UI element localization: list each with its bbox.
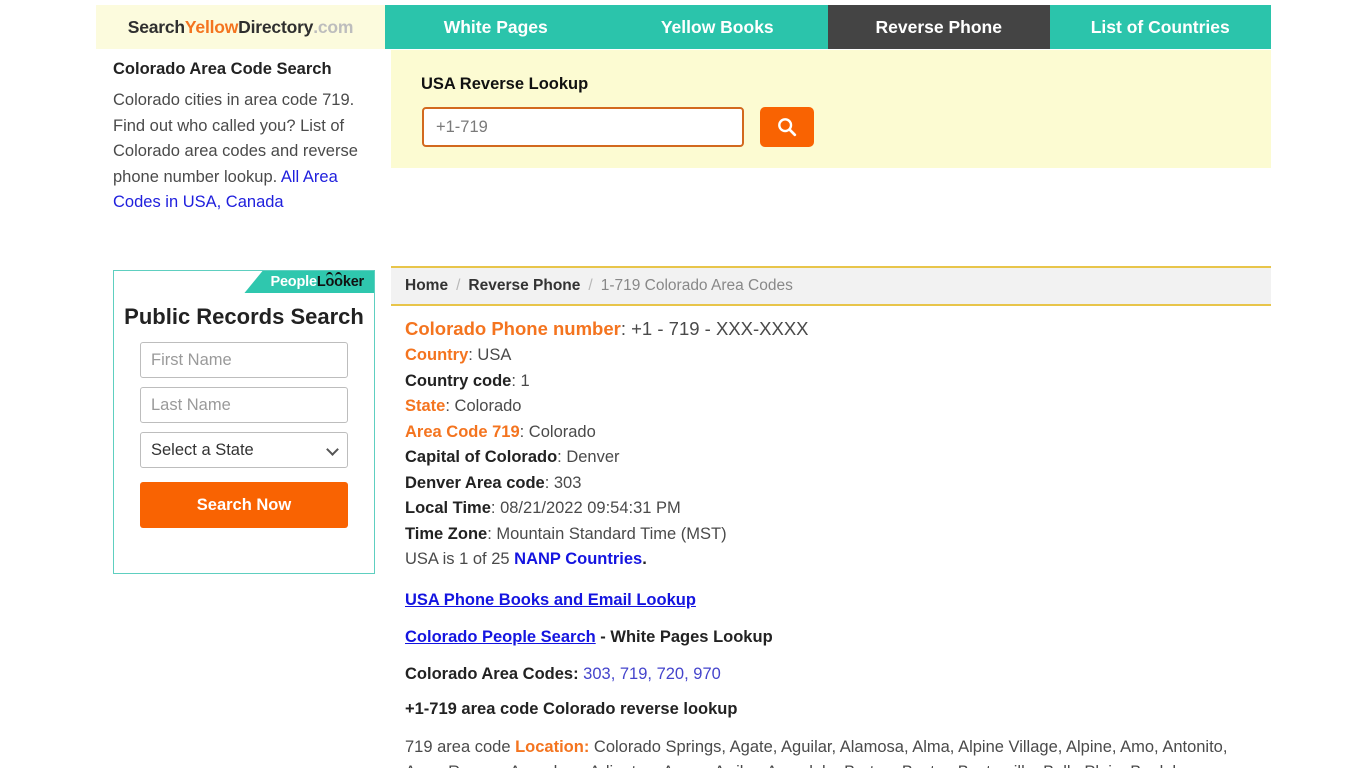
peoplelooker-logo-eye-right: o: [334, 272, 343, 290]
detail-time-zone-label: Time Zone: [405, 524, 488, 543]
detail-nanp-suffix: .: [642, 550, 647, 568]
detail-country-code-label: Country code: [405, 371, 512, 390]
search-icon: [778, 118, 797, 137]
state-select-wrapper: Select a State: [140, 432, 348, 468]
sidebar-title: Colorado Area Code Search: [113, 60, 332, 78]
detail-capital-label: Capital of Colorado: [405, 448, 558, 466]
detail-state-value: : Colorado: [445, 397, 522, 415]
detail-area-code-label: Area Code 719: [405, 422, 520, 441]
logo-part-search: Search: [127, 16, 185, 37]
colorado-people-search-row: Colorado People Search - White Pages Loo…: [405, 628, 1265, 647]
colorado-area-codes-list[interactable]: 303, 719, 720, 970: [583, 665, 721, 683]
breadcrumb-home[interactable]: Home: [405, 277, 448, 295]
sidebar: Colorado Area Code Search Colorado citie…: [113, 58, 381, 216]
detail-country: Country: USA: [405, 343, 1265, 369]
detail-capital-value: : Denver: [557, 448, 620, 466]
detail-denver-area-code-label: Denver Area code: [405, 473, 545, 492]
locations-prefix: 719 area code: [405, 737, 516, 756]
breadcrumb-reverse-phone[interactable]: Reverse Phone: [468, 277, 580, 295]
logo-part-directory: Directory: [238, 16, 314, 37]
detail-phone-number-label: Colorado Phone number: [405, 318, 621, 339]
colorado-people-search-link[interactable]: Colorado People Search: [405, 628, 596, 646]
peoplelooker-logo: People Lo o ker: [244, 271, 374, 293]
breadcrumb-current: 1-719 Colorado Area Codes: [600, 277, 793, 294]
detail-area-code: Area Code 719: Colorado: [405, 420, 1265, 446]
main-content: Colorado Phone number: +1 - 719 - XXX-XX…: [405, 315, 1265, 768]
first-name-input[interactable]: [140, 342, 348, 378]
reverse-lookup-input[interactable]: [422, 107, 744, 147]
reverse-lookup-submit-button[interactable]: [760, 107, 814, 147]
detail-local-time: Local Time: 08/21/2022 09:54:31 PM: [405, 496, 1265, 522]
breadcrumb-separator-2: /: [588, 277, 593, 294]
peoplelooker-logo-eye-left: o: [325, 272, 335, 290]
colorado-area-codes-label: Colorado Area Codes:: [405, 664, 584, 683]
reverse-lookup-heading: +1-719 area code Colorado reverse lookup: [405, 699, 738, 718]
colorado-area-codes-row: Colorado Area Codes: 303, 719, 720, 970: [405, 665, 1265, 684]
peoplelooker-logo-l: L: [316, 274, 326, 290]
nav-item-white-pages[interactable]: White Pages: [385, 5, 607, 49]
detail-country-code: Country code: 1: [405, 369, 1265, 395]
nav-item-reverse-phone[interactable]: Reverse Phone: [828, 5, 1050, 49]
peoplelooker-logo-people: People: [270, 274, 317, 290]
nanp-countries-link[interactable]: NANP Countries: [514, 550, 642, 568]
detail-country-label: Country: [405, 346, 469, 364]
detail-local-time-value: : 08/21/2022 09:54:31 PM: [490, 499, 681, 517]
detail-area-code-value: : Colorado: [519, 422, 596, 441]
detail-state: State: Colorado: [405, 394, 1265, 420]
logo-part-tld: .com: [313, 16, 354, 37]
locations-paragraph: 719 area code Location: Colorado Springs…: [405, 735, 1241, 768]
search-now-button[interactable]: Search Now: [140, 482, 348, 528]
locations-label: Location:: [515, 737, 590, 756]
breadcrumb: Home / Reverse Phone / 1-719 Colorado Ar…: [391, 266, 1271, 306]
last-name-input[interactable]: [140, 387, 348, 423]
usa-phone-books-link[interactable]: USA Phone Books and Email Lookup: [405, 591, 1265, 610]
detail-phone-number: Colorado Phone number: +1 - 719 - XXX-XX…: [405, 315, 1265, 343]
site-logo[interactable]: Search Yellow Directory .com: [96, 5, 385, 49]
reverse-lookup-label: USA Reverse Lookup: [421, 75, 589, 93]
detail-nanp-prefix: USA is 1 of 25: [405, 550, 515, 568]
peoplelooker-logo-ker: ker: [342, 274, 364, 290]
sidebar-description: Colorado cities in area code 719. Find o…: [113, 88, 381, 216]
detail-denver-area-code: Denver Area code: 303: [405, 471, 1265, 497]
nav-item-list-of-countries[interactable]: List of Countries: [1050, 5, 1272, 49]
detail-local-time-label: Local Time: [405, 499, 491, 517]
detail-capital: Capital of Colorado: Denver: [405, 445, 1265, 471]
detail-state-label: State: [405, 397, 446, 415]
detail-country-value: : USA: [468, 346, 512, 364]
peoplelooker-title: Public Records Search: [124, 304, 364, 329]
breadcrumb-separator-1: /: [456, 277, 461, 294]
detail-phone-number-value: : +1 - 719 - XXX-XXXX: [620, 318, 809, 339]
detail-country-code-value: : 1: [511, 371, 530, 390]
detail-time-zone-value: : Mountain Standard Time (MST): [487, 524, 727, 543]
detail-nanp: USA is 1 of 25 NANP Countries.: [405, 547, 1265, 573]
page-root: Search Yellow Directory .com White Pages Ye…: [0, 0, 1366, 768]
peoplelooker-widget: PeopleLooker Public Records Search Selec…: [113, 270, 375, 574]
logo-part-yellow: Yellow: [184, 16, 239, 37]
detail-denver-area-code-value: : 303: [544, 473, 582, 492]
detail-time-zone: Time Zone: Mountain Standard Time (MST): [405, 522, 1265, 548]
top-navigation-bar: Search Yellow Directory .com White Pages Ye…: [96, 5, 1271, 49]
state-select[interactable]: Select a State: [140, 432, 348, 468]
colorado-people-search-suffix: - White Pages Lookup: [595, 627, 773, 646]
nav-item-yellow-books[interactable]: Yellow Books: [607, 5, 829, 49]
